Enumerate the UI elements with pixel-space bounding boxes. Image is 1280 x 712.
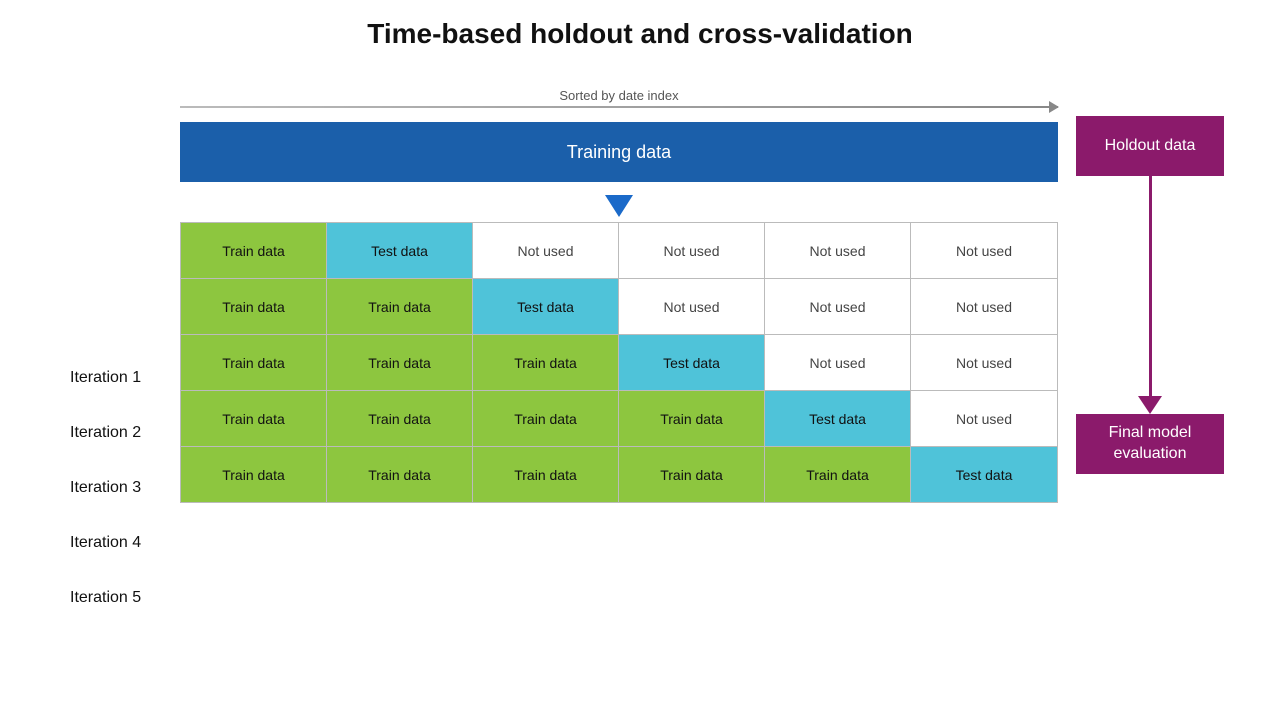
cell-iter5-col6: Test data: [911, 447, 1057, 502]
cell-iter2-col5: Not used: [765, 279, 911, 334]
right-arrow-line: [1149, 176, 1152, 396]
sort-label: Sorted by date index: [559, 88, 678, 103]
cell-iter4-col1: Train data: [181, 391, 327, 446]
cell-iter5-col5: Train data: [765, 447, 911, 502]
right-area: Holdout data Final model evaluation: [1076, 80, 1224, 474]
iteration-row: Train dataTest dataNot usedNot usedNot u…: [181, 223, 1057, 279]
iteration-row: Train dataTrain dataTrain dataTest dataN…: [181, 335, 1057, 391]
cell-iter3-col1: Train data: [181, 335, 327, 390]
cell-iter4-col2: Train data: [327, 391, 473, 446]
cell-iter1-col3: Not used: [473, 223, 619, 278]
iteration-label-4: Iteration 4: [70, 515, 180, 570]
diagram-area: Iteration 1Iteration 2Iteration 3Iterati…: [70, 80, 1210, 625]
cell-iter5-col4: Train data: [619, 447, 765, 502]
iteration-labels: Iteration 1Iteration 2Iteration 3Iterati…: [70, 80, 180, 625]
holdout-bar: Holdout data: [1076, 116, 1224, 176]
right-arrow-head-icon: [1138, 396, 1162, 414]
cell-iter3-col3: Train data: [473, 335, 619, 390]
iteration-label-1: Iteration 1: [70, 350, 180, 405]
cell-iter1-col2: Test data: [327, 223, 473, 278]
cell-iter5-col2: Train data: [327, 447, 473, 502]
cell-iter1-col1: Train data: [181, 223, 327, 278]
cell-iter4-col4: Train data: [619, 391, 765, 446]
cell-iter4-col5: Test data: [765, 391, 911, 446]
sort-arrow-row: Sorted by date index: [180, 80, 1058, 116]
cell-iter4-col6: Not used: [911, 391, 1057, 446]
cell-iter2-col1: Train data: [181, 279, 327, 334]
down-arrow-row: [180, 190, 1058, 222]
page: Time-based holdout and cross-validation …: [0, 0, 1280, 712]
iteration-row: Train dataTrain dataTest dataNot usedNot…: [181, 279, 1057, 335]
cell-iter2-col4: Not used: [619, 279, 765, 334]
iteration-label-2: Iteration 2: [70, 405, 180, 460]
cell-iter3-col2: Train data: [327, 335, 473, 390]
training-bar-row: Training data: [180, 122, 1058, 182]
page-title: Time-based holdout and cross-validation: [367, 18, 913, 50]
iteration-row: Train dataTrain dataTrain dataTrain data…: [181, 391, 1057, 447]
sort-arrow-line: [180, 106, 1058, 108]
cell-iter2-col3: Test data: [473, 279, 619, 334]
cell-iter1-col5: Not used: [765, 223, 911, 278]
cell-iter3-col4: Test data: [619, 335, 765, 390]
cell-iter1-col4: Not used: [619, 223, 765, 278]
iterations-grid: Train dataTest dataNot usedNot usedNot u…: [180, 222, 1058, 503]
iteration-row: Train dataTrain dataTrain dataTrain data…: [181, 447, 1057, 503]
cell-iter3-col6: Not used: [911, 335, 1057, 390]
cell-iter3-col5: Not used: [765, 335, 911, 390]
cell-iter1-col6: Not used: [911, 223, 1057, 278]
right-arrow-container: Final model evaluation: [1076, 176, 1224, 474]
training-bar: Training data: [180, 122, 1058, 182]
cell-iter4-col3: Train data: [473, 391, 619, 446]
final-eval-box: Final model evaluation: [1076, 414, 1224, 474]
cell-iter5-col1: Train data: [181, 447, 327, 502]
cell-iter2-col6: Not used: [911, 279, 1057, 334]
cell-iter2-col2: Train data: [327, 279, 473, 334]
center-area: Sorted by date index Training data Train…: [180, 80, 1058, 503]
iteration-label-5: Iteration 5: [70, 570, 180, 625]
cell-iter5-col3: Train data: [473, 447, 619, 502]
down-arrow-icon: [605, 195, 633, 217]
iteration-label-3: Iteration 3: [70, 460, 180, 515]
